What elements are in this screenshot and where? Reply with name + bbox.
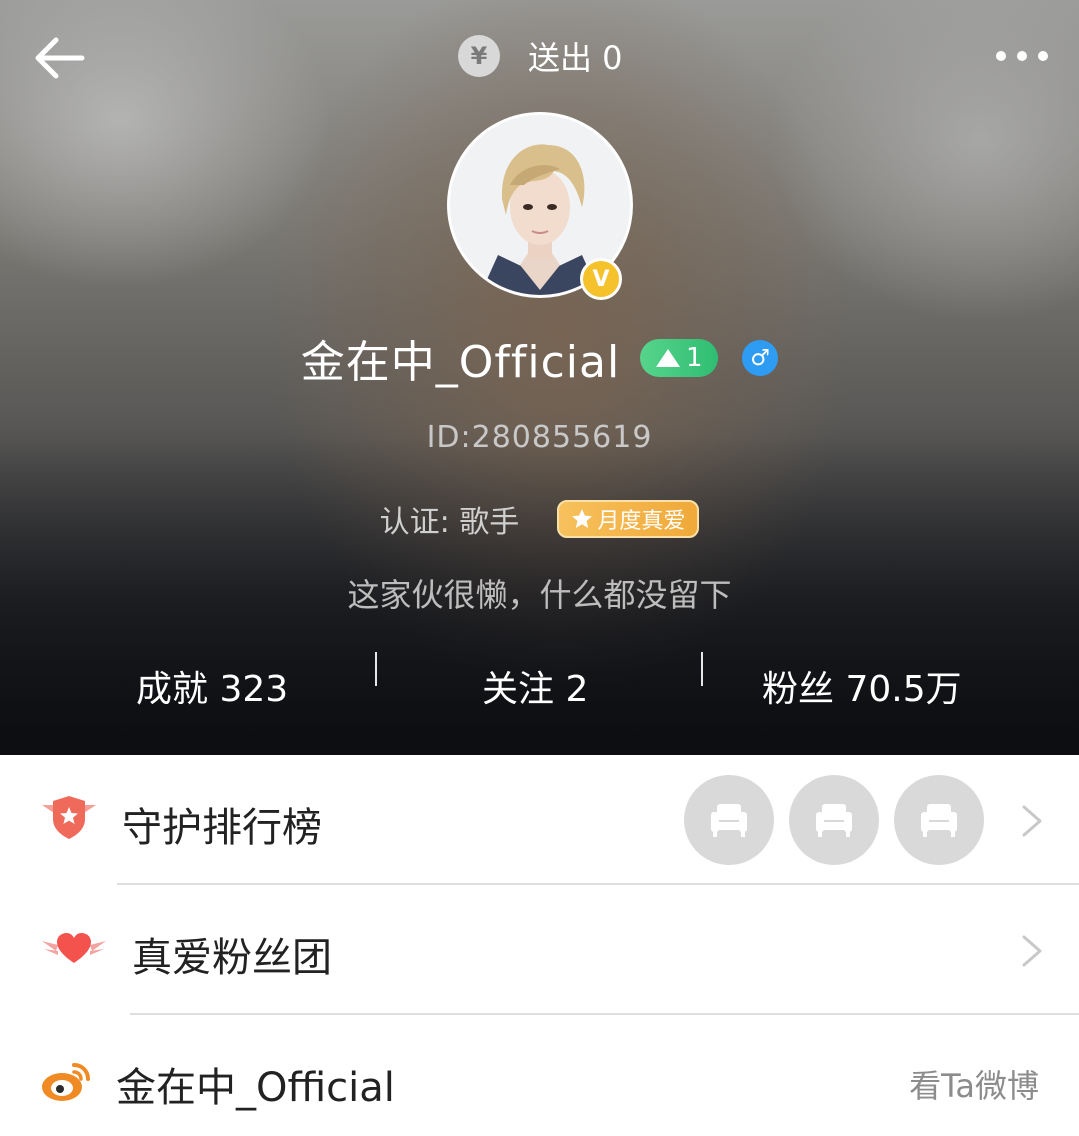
stat-divider bbox=[701, 652, 703, 686]
guard-seat-1[interactable] bbox=[684, 775, 774, 865]
guard-seat-3[interactable] bbox=[894, 775, 984, 865]
more-dot bbox=[1017, 51, 1027, 61]
male-gender-icon: ♂ bbox=[742, 340, 779, 376]
weibo-icon bbox=[40, 1059, 92, 1107]
sofa-icon bbox=[921, 804, 957, 837]
more-menu-icon[interactable] bbox=[996, 40, 1048, 72]
more-dot bbox=[1038, 51, 1048, 61]
coin-icon: ¥ bbox=[458, 35, 500, 77]
guard-ranking-row[interactable]: 守护排行榜 bbox=[0, 755, 1079, 883]
bio-text: 这家伙很懒，什么都没留下 bbox=[347, 576, 732, 614]
sofa-icon bbox=[816, 804, 852, 837]
sent-count-label: 送出 0 bbox=[528, 39, 623, 77]
level-badge[interactable]: 1 bbox=[640, 339, 719, 377]
level-value: 1 bbox=[685, 343, 703, 373]
monthly-badge-label: 月度真爱 bbox=[597, 509, 686, 534]
stats-bar: 成就 323 关注 2 粉丝 70.5万 bbox=[0, 650, 1079, 720]
guard-seat-2[interactable] bbox=[789, 775, 879, 865]
stat-divider bbox=[375, 652, 377, 686]
certification-row: 认证: 歌手 月度真爱 bbox=[0, 498, 1079, 540]
fan-club-label: 真爱粉丝团 bbox=[132, 935, 332, 981]
heart-wings-icon bbox=[42, 931, 106, 969]
weibo-name: 金在中_Official bbox=[116, 1065, 395, 1111]
following-stat[interactable]: 关注 2 bbox=[482, 660, 588, 712]
chevron-right-icon bbox=[1012, 801, 1052, 841]
level-triangle-icon bbox=[655, 349, 680, 367]
name-row: 金在中_Official 1 ♂ bbox=[0, 328, 1079, 388]
certification-label: 认证: 歌手 bbox=[379, 505, 520, 540]
more-dot bbox=[996, 51, 1006, 61]
weibo-row[interactable]: 金在中_Official 看Ta微博 bbox=[0, 1015, 1079, 1136]
profile-header: ¥ 送出 0 V 金在中_Official 1 ♂ ID:280855619 认… bbox=[0, 0, 1079, 755]
user-id: ID:280855619 bbox=[426, 420, 653, 455]
profile-name: 金在中_Official bbox=[300, 337, 621, 388]
back-arrow-icon[interactable] bbox=[32, 30, 88, 86]
monthly-true-love-badge[interactable]: 月度真爱 bbox=[557, 500, 700, 538]
followers-stat[interactable]: 粉丝 70.5万 bbox=[762, 660, 962, 712]
chevron-right-icon bbox=[1012, 931, 1052, 971]
fan-club-row[interactable]: 真爱粉丝团 bbox=[0, 885, 1079, 1013]
avatar-container: V bbox=[447, 112, 633, 300]
achievements-stat[interactable]: 成就 323 bbox=[136, 660, 288, 712]
view-weibo-link[interactable]: 看Ta微博 bbox=[909, 1061, 1039, 1107]
guard-shield-icon bbox=[42, 795, 96, 845]
sent-gifts[interactable]: ¥ 送出 0 bbox=[458, 34, 623, 78]
star-icon bbox=[572, 509, 593, 528]
guard-ranking-label: 守护排行榜 bbox=[122, 805, 322, 851]
verified-badge-icon: V bbox=[580, 258, 622, 300]
sofa-icon bbox=[711, 804, 747, 837]
